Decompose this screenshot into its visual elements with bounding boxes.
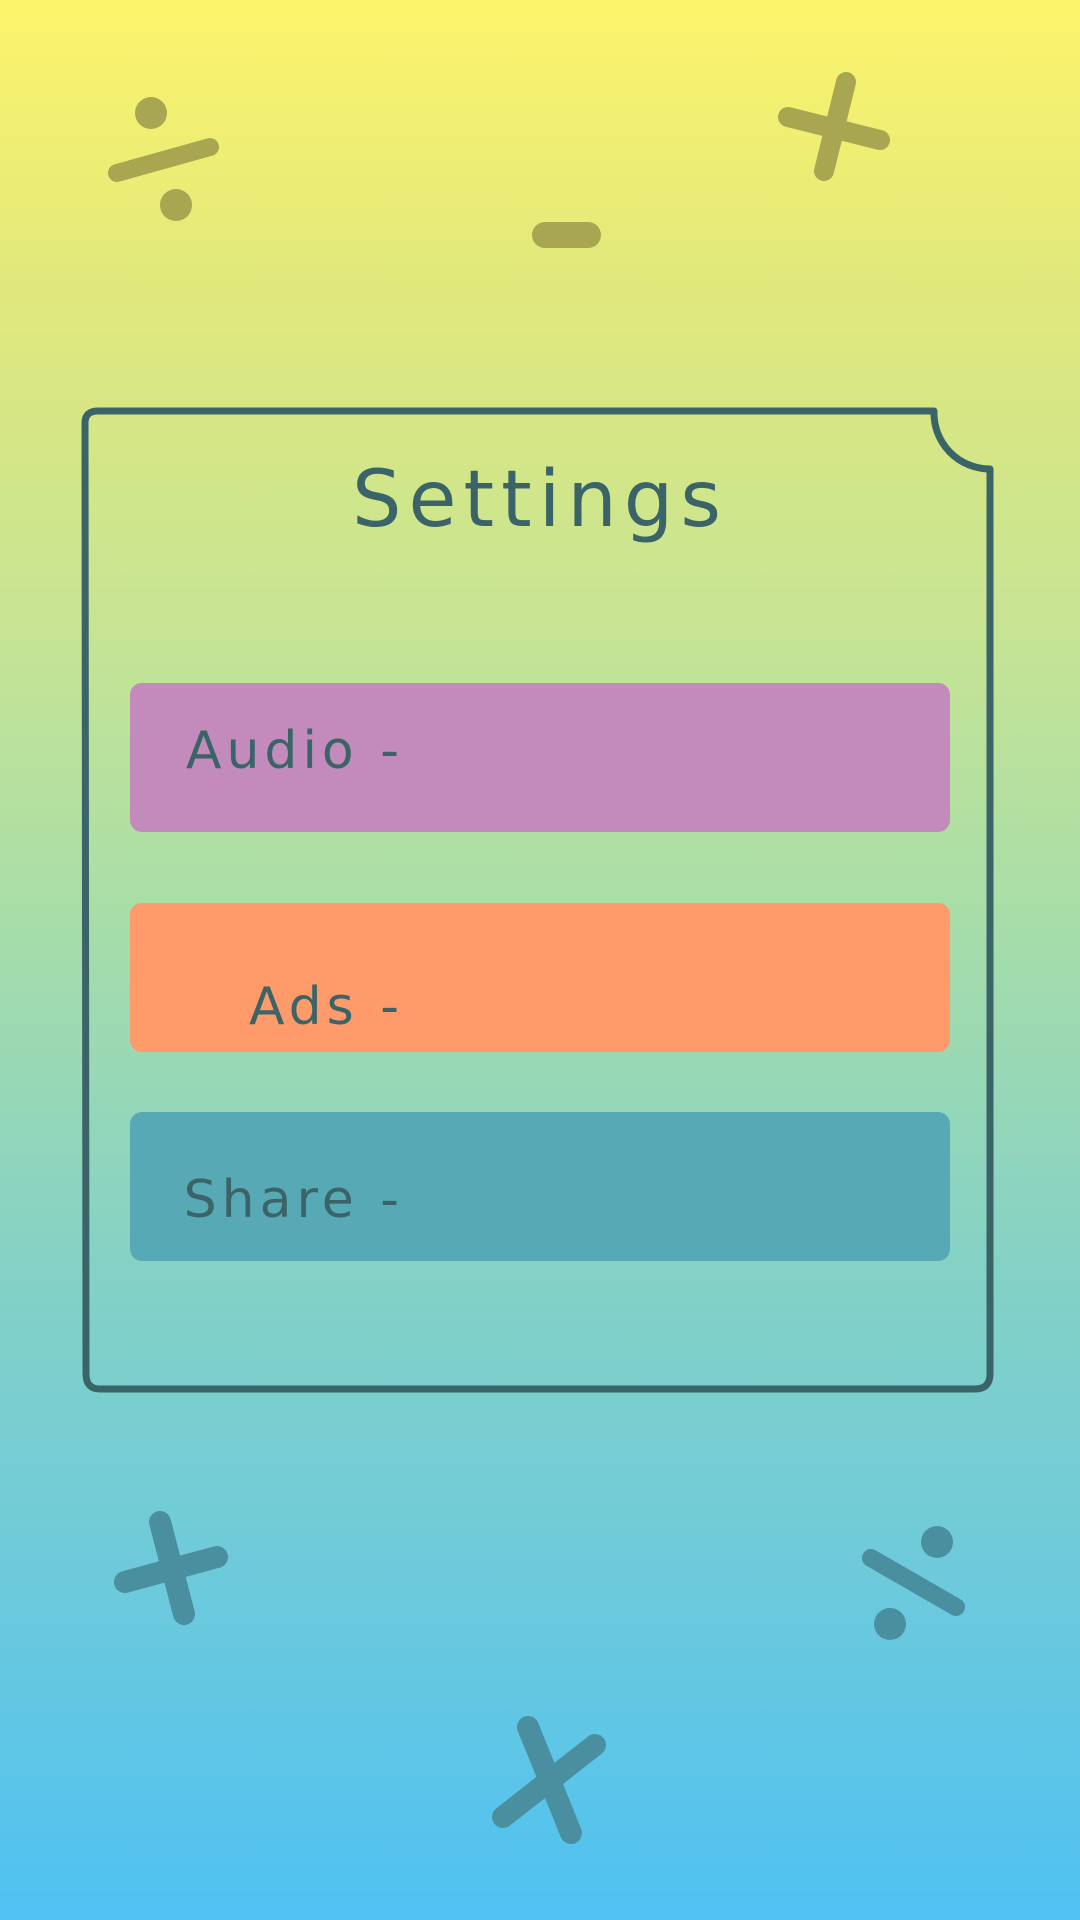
multiply-icon (492, 1716, 606, 1844)
divide-icon (108, 97, 219, 221)
ads-button[interactable]: Ads - (130, 903, 950, 1052)
plus-icon (114, 1511, 228, 1625)
share-button-label: Share - (183, 1170, 404, 1230)
ads-button-label: Ads - (248, 977, 404, 1037)
page-title: Settings (352, 455, 728, 545)
share-button[interactable]: Share - (130, 1112, 950, 1261)
audio-button-label: Audio - (185, 721, 404, 781)
audio-button[interactable]: Audio - (130, 683, 950, 832)
divide-icon (862, 1526, 965, 1640)
plus-icon (778, 72, 890, 181)
